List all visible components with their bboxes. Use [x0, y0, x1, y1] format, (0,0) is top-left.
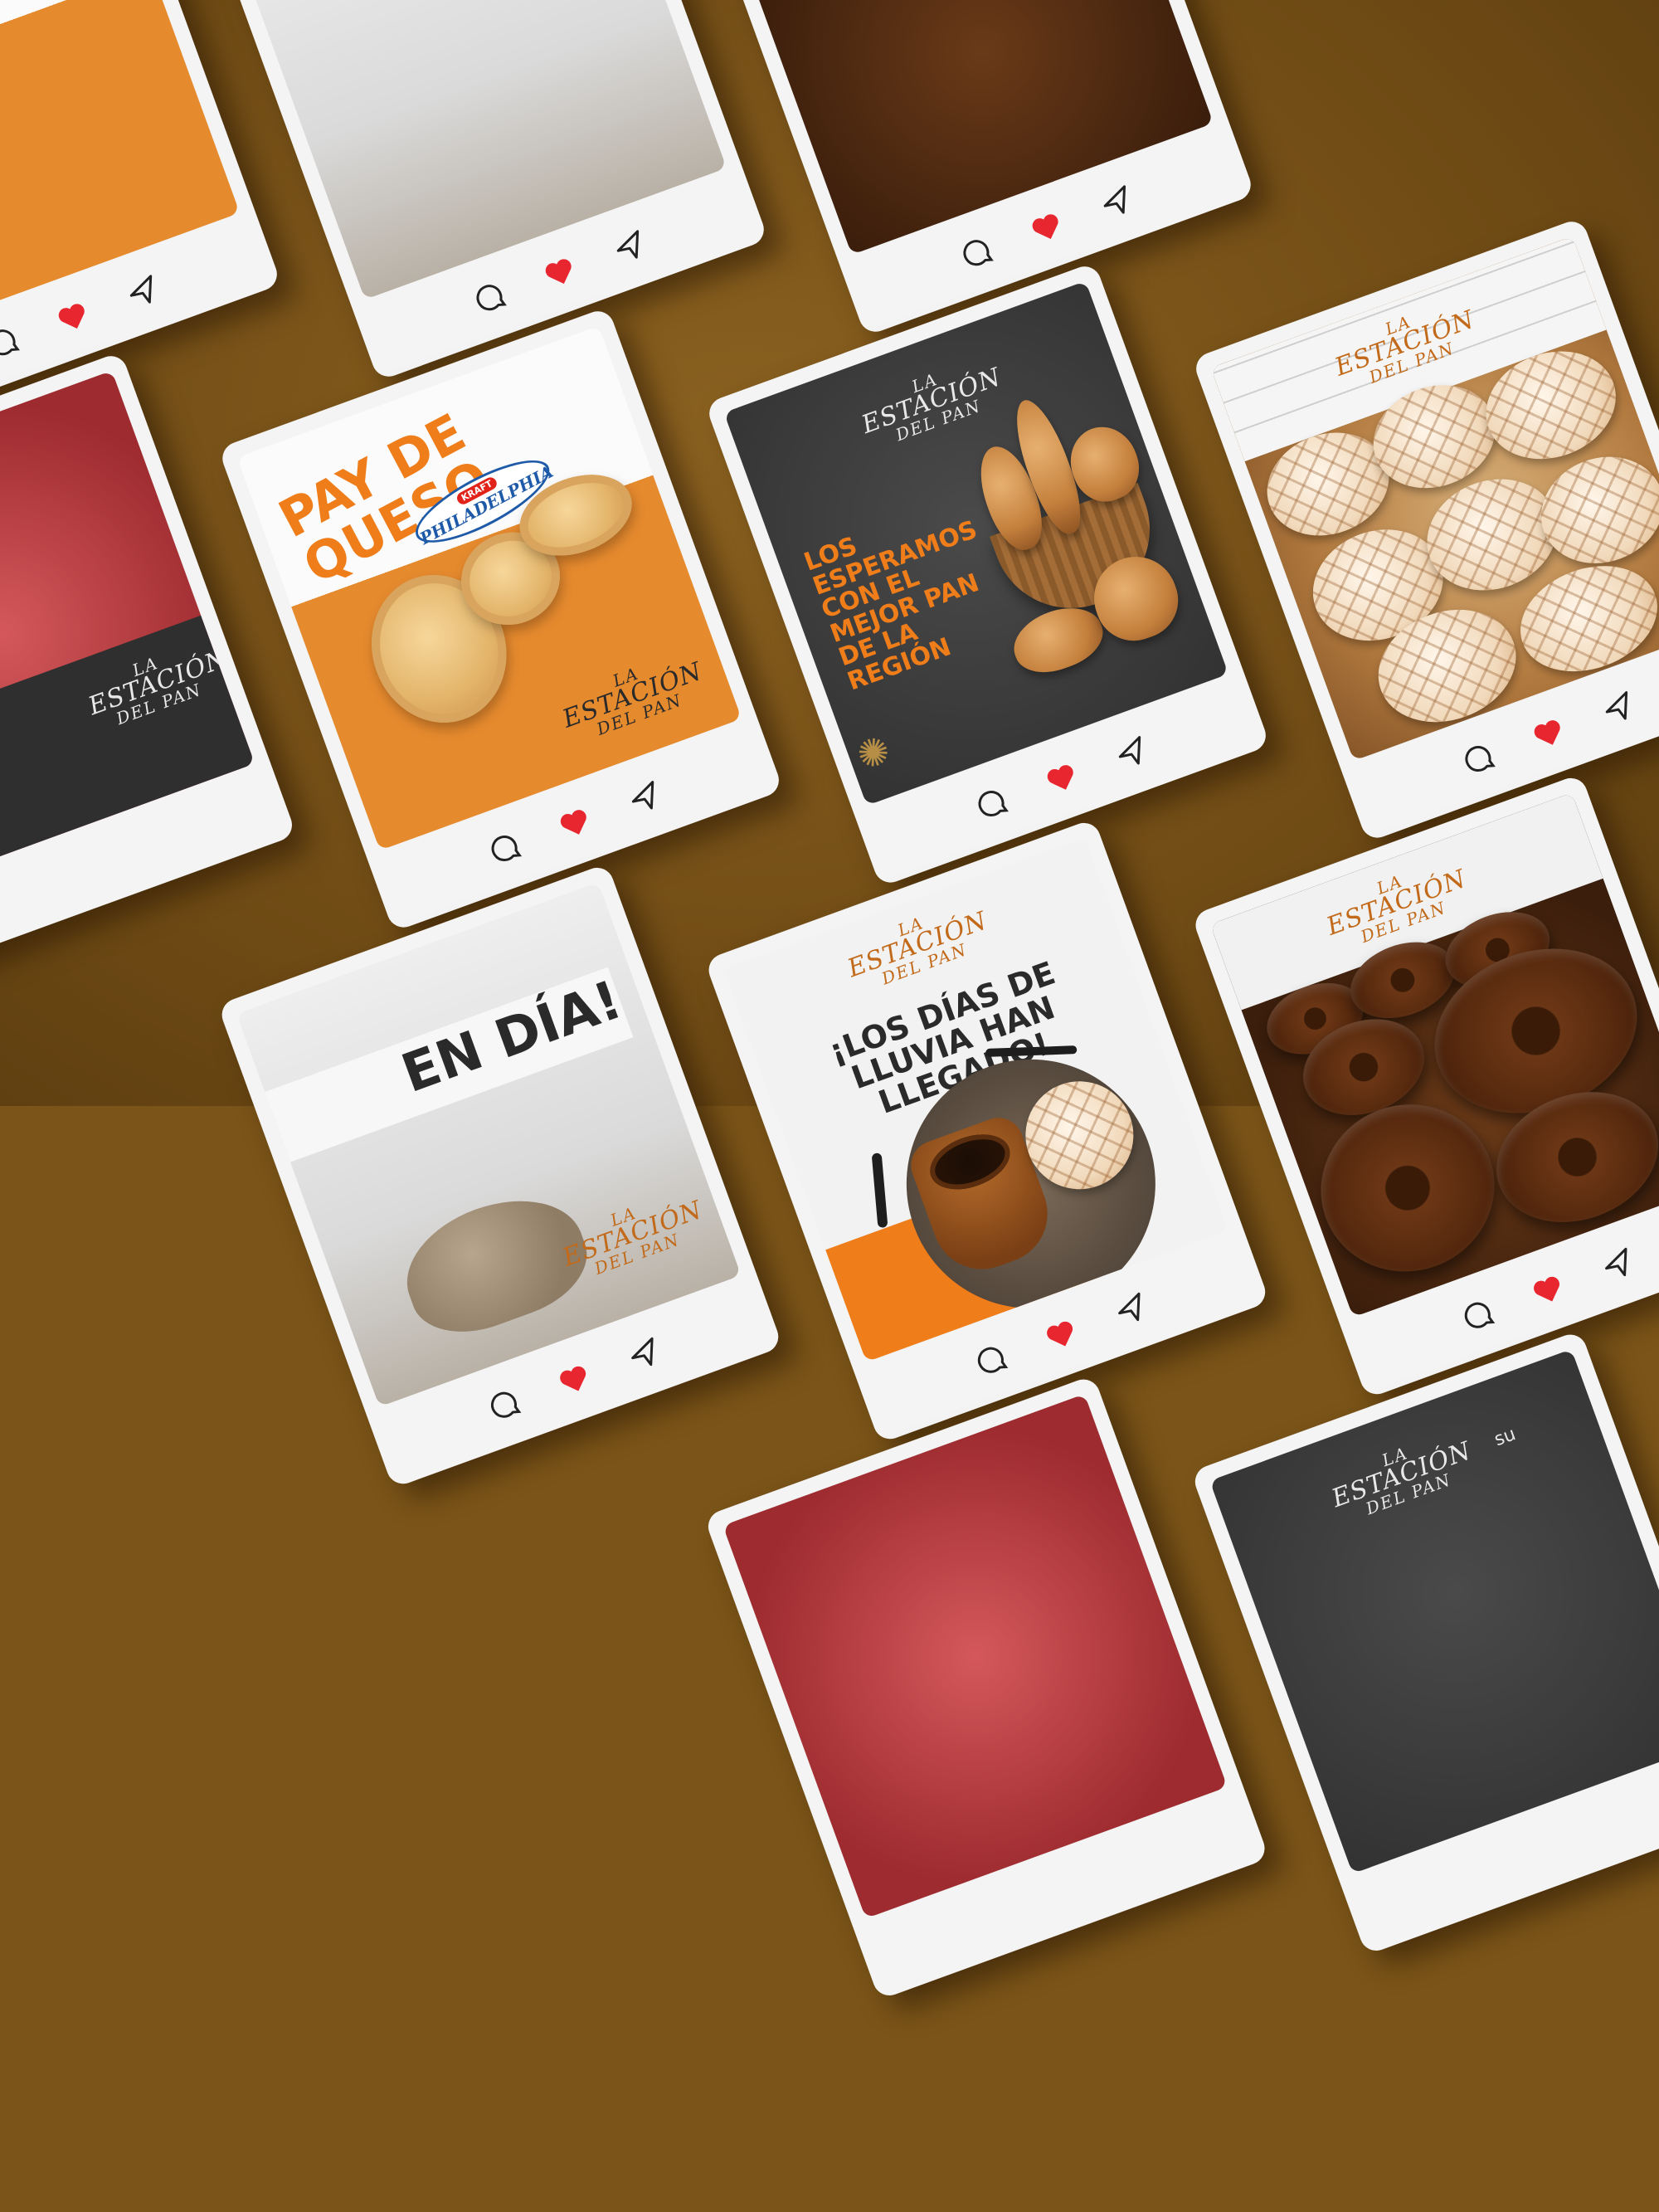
send-paper-plane-icon[interactable] [607, 224, 652, 269]
send-paper-plane-icon[interactable] [623, 775, 668, 820]
comment-bubble-icon[interactable] [954, 231, 999, 275]
comment-bubble-icon[interactable] [482, 1382, 527, 1427]
comment-bubble-icon[interactable] [1456, 737, 1501, 782]
send-paper-plane-icon[interactable] [1596, 685, 1641, 730]
send-paper-plane-icon[interactable] [1109, 1287, 1154, 1332]
decor-stroke [871, 1152, 888, 1228]
heart-icon[interactable] [552, 801, 597, 845]
wheat-decoration: ✺ [850, 726, 897, 780]
comment-bubble-icon[interactable] [467, 275, 512, 320]
brand-logo: LA ESTACIÓN DEL PAN [558, 1195, 707, 1279]
heart-icon[interactable] [1525, 1267, 1570, 1312]
comment-bubble-icon[interactable] [0, 320, 25, 365]
brand-logo: LA ESTACIÓN DEL PAN [558, 656, 707, 739]
heart-icon[interactable] [1039, 1312, 1083, 1357]
heart-icon[interactable] [1039, 756, 1084, 801]
post-card-bottom-a[interactable] [703, 1374, 1270, 2000]
heart-icon[interactable] [538, 250, 582, 295]
partial-text: su [1491, 1424, 1519, 1451]
heart-icon[interactable] [1024, 205, 1069, 250]
send-paper-plane-icon[interactable] [622, 1332, 667, 1376]
comment-bubble-icon[interactable] [969, 1337, 1014, 1382]
chocolate-donut [1297, 1079, 1518, 1296]
heart-icon[interactable] [51, 295, 95, 339]
send-paper-plane-icon[interactable] [1596, 1242, 1641, 1287]
heart-icon[interactable] [1526, 711, 1571, 756]
send-paper-plane-icon[interactable] [1094, 179, 1139, 224]
comment-bubble-icon[interactable] [1456, 1293, 1501, 1337]
brand-logo: LA ESTACIÓN DEL PAN [858, 362, 1005, 445]
brand-logo: LA ESTACIÓN DEL PAN [1328, 1436, 1476, 1518]
comment-bubble-icon[interactable] [969, 782, 1014, 826]
send-paper-plane-icon[interactable] [1109, 730, 1154, 775]
post-card-bottom-dark[interactable]: LA ESTACIÓN DEL PAN su [1190, 1329, 1659, 1956]
post-image: LA ESTACIÓN DEL PAN su [1209, 1349, 1659, 1874]
post-headline: LOS ESPERAMOS CON EL MEJOR PAN DE LA REG… [800, 514, 983, 697]
heart-icon[interactable] [552, 1357, 596, 1401]
send-paper-plane-icon[interactable] [120, 269, 165, 314]
comment-bubble-icon[interactable] [482, 826, 527, 871]
